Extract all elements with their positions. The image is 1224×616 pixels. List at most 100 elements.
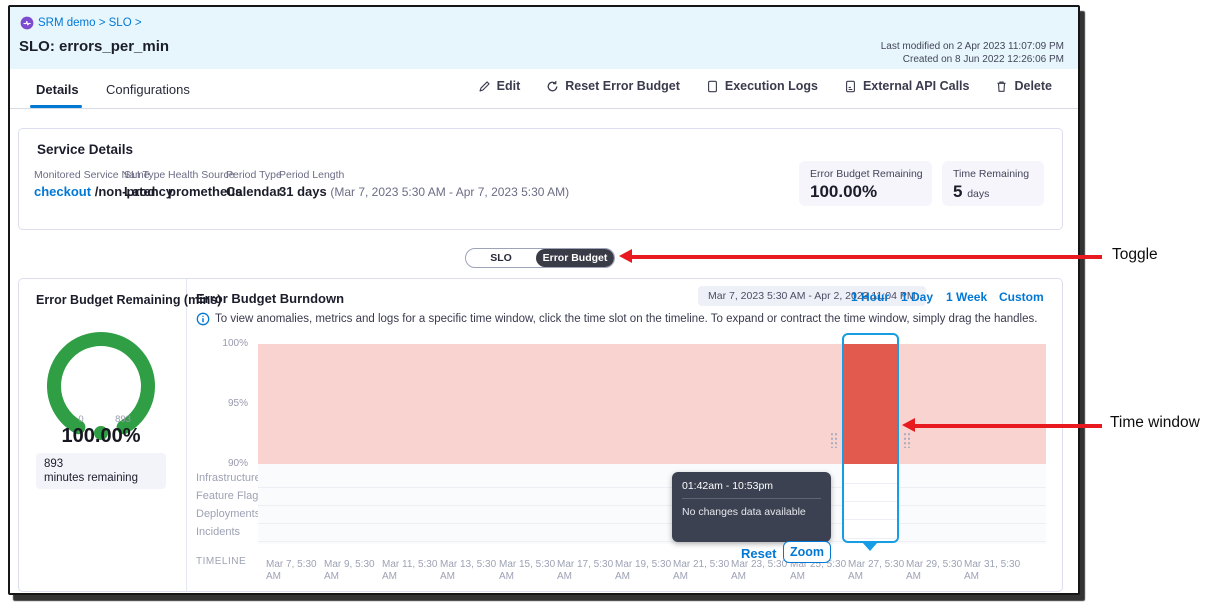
timeline-tick: Mar 15, 5:30AM xyxy=(499,559,557,583)
timeline-label: TIMELINE xyxy=(196,556,246,567)
timeline-tick: Mar 27, 5:30AM xyxy=(848,559,906,583)
timeline-tick: Mar 31, 5:30AM xyxy=(964,559,1022,583)
lane-feature-flags: Feature Flags xyxy=(196,490,264,502)
info-icon xyxy=(196,312,210,326)
time-window-arrow-line xyxy=(914,424,1102,428)
last-modified: Last modified on 2 Apr 2023 11:07:09 PM xyxy=(881,40,1064,53)
execution-logs-button[interactable]: Execution Logs xyxy=(706,79,818,93)
sli-type-value: Latency xyxy=(124,184,173,199)
lane-deployments: Deployments xyxy=(196,508,260,520)
service-details-heading: Service Details xyxy=(37,142,133,157)
timeline-tick: Mar 9, 5:30AM xyxy=(324,559,382,583)
edit-button[interactable]: Edit xyxy=(478,79,521,93)
lane-gridline xyxy=(258,523,1046,524)
document-icon xyxy=(706,80,719,93)
minutes-remaining-label: minutes remaining xyxy=(44,471,158,485)
timeline-tick: Mar 11, 5:30AM xyxy=(382,559,440,583)
srm-logo-icon xyxy=(20,16,34,30)
timeline-tick: Mar 19, 5:30AM xyxy=(615,559,673,583)
burndown-date-range[interactable]: Mar 7, 2023 5:30 AM - Apr 2, 2023 11:04 … xyxy=(698,286,926,306)
error-budget-band[interactable] xyxy=(258,344,1046,464)
selection-gridline xyxy=(844,501,897,502)
monitored-service-link[interactable]: checkout xyxy=(34,184,91,199)
time-window-selection[interactable] xyxy=(842,333,899,543)
burndown-info-text: To view anomalies, metrics and logs for … xyxy=(215,313,1037,325)
minutes-remaining-box: 893 minutes remaining xyxy=(36,453,166,489)
timeline-tick: Mar 21, 5:30AM xyxy=(673,559,731,583)
timeline-tick: Mar 17, 5:30AM xyxy=(557,559,615,583)
page-title: SLO: errors_per_min xyxy=(19,38,169,55)
page-root: SRM demo > SLO > SLO: errors_per_min Las… xyxy=(0,0,1224,616)
reset-button[interactable]: Reset xyxy=(741,546,776,561)
sli-type-label: SLI Type xyxy=(124,169,165,181)
ytick-90: 90% xyxy=(196,458,248,469)
document-arrow-icon xyxy=(844,80,857,93)
preset-1-day[interactable]: 1 Day xyxy=(901,290,933,304)
selection-right-drag-handle[interactable] xyxy=(902,431,912,448)
period-type-label: Period Type xyxy=(226,169,282,181)
selection-gridline xyxy=(844,519,897,520)
panel-divider xyxy=(186,279,187,591)
timeline-tick: Mar 13, 5:30AM xyxy=(440,559,498,583)
lane-incidents: Incidents xyxy=(196,526,240,538)
tab-configurations[interactable]: Configurations xyxy=(106,82,190,97)
lane-gridline xyxy=(258,505,1046,506)
slo-errorbudget-toggle[interactable]: SLO Error Budget xyxy=(465,248,615,268)
minutes-remaining-value: 893 xyxy=(44,457,158,471)
period-length-value: 31 days (Mar 7, 2023 5:30 AM - Apr 7, 20… xyxy=(279,184,569,199)
period-type-value: Calendar xyxy=(226,184,282,199)
selection-gridline xyxy=(844,483,897,484)
service-details-card: Service Details Monitored Service Name c… xyxy=(18,128,1063,230)
time-remaining-stat: Time Remaining 5 days xyxy=(942,161,1044,206)
ytick-100: 100% xyxy=(196,338,248,349)
preset-1-week[interactable]: 1 Week xyxy=(946,290,987,304)
period-length-label: Period Length xyxy=(279,169,344,181)
gauge-percent: 100.00% xyxy=(21,425,181,448)
toggle-arrow-line xyxy=(631,255,1102,259)
error-budget-card: Error Budget Remaining (mins) 0 893 100.… xyxy=(18,278,1063,592)
breadcrumb[interactable]: SRM demo > SLO > xyxy=(38,17,142,29)
tab-bar: Details Configurations Edit Reset Error … xyxy=(10,69,1078,109)
change-lanes-area xyxy=(258,464,1046,544)
pencil-icon xyxy=(478,80,491,93)
delete-button[interactable]: Delete xyxy=(995,79,1052,93)
tooltip-time-range: 01:42am - 10:53pm xyxy=(682,480,773,492)
reset-icon xyxy=(546,80,559,93)
annotation-time-window: Time window xyxy=(1110,414,1200,432)
external-api-calls-button[interactable]: External API Calls xyxy=(844,79,970,93)
gauge-min: 0 xyxy=(78,414,83,425)
zoom-button[interactable]: Zoom xyxy=(783,541,831,563)
created-on: Created on 8 Jun 2022 12:26:06 PM xyxy=(881,53,1064,66)
selection-left-drag-handle[interactable] xyxy=(829,431,839,448)
tab-details[interactable]: Details xyxy=(36,82,79,97)
timeline-tick: Mar 23, 5:30AM xyxy=(731,559,789,583)
period-length-range: (Mar 7, 2023 5:30 AM - Apr 7, 2023 5:30 … xyxy=(330,185,569,199)
changes-tooltip: 01:42am - 10:53pm No changes data availa… xyxy=(672,472,831,542)
annotation-toggle: Toggle xyxy=(1112,246,1158,264)
toggle-option-slo[interactable]: SLO xyxy=(466,249,536,267)
toggle-option-error-budget[interactable]: Error Budget xyxy=(536,249,614,267)
timeline-tick: Mar 29, 5:30AM xyxy=(906,559,964,583)
active-tab-indicator xyxy=(30,105,82,108)
trash-icon xyxy=(995,80,1008,93)
action-toolbar: Edit Reset Error Budget Execution Logs E… xyxy=(478,79,1052,93)
app-window: SRM demo > SLO > SLO: errors_per_min Las… xyxy=(8,5,1080,595)
preset-1-hour[interactable]: 1 Hour xyxy=(851,290,889,304)
page-header: SRM demo > SLO > SLO: errors_per_min Las… xyxy=(10,7,1078,69)
ytick-95: 95% xyxy=(196,398,248,409)
selection-gridline xyxy=(844,538,897,539)
health-source-label: Health Source xyxy=(168,169,235,181)
lane-infrastructure: Infrastructure xyxy=(196,472,261,484)
preset-custom[interactable]: Custom xyxy=(999,290,1044,304)
selection-pointer-icon xyxy=(862,542,878,551)
burndown-title: Error Budget Burndown xyxy=(196,291,344,306)
lane-gridline xyxy=(258,541,1046,542)
time-window-selection-fill xyxy=(844,344,897,464)
timestamps: Last modified on 2 Apr 2023 11:07:09 PM … xyxy=(881,40,1064,66)
gauge-max: 893 xyxy=(115,414,131,425)
lane-gridline xyxy=(258,487,1046,488)
timeline-tick: Mar 7, 5:30AM xyxy=(266,559,324,583)
tooltip-message: No changes data available xyxy=(682,506,806,518)
error-budget-remaining-stat: Error Budget Remaining 100.00% xyxy=(799,161,932,206)
reset-error-budget-button[interactable]: Reset Error Budget xyxy=(546,79,680,93)
